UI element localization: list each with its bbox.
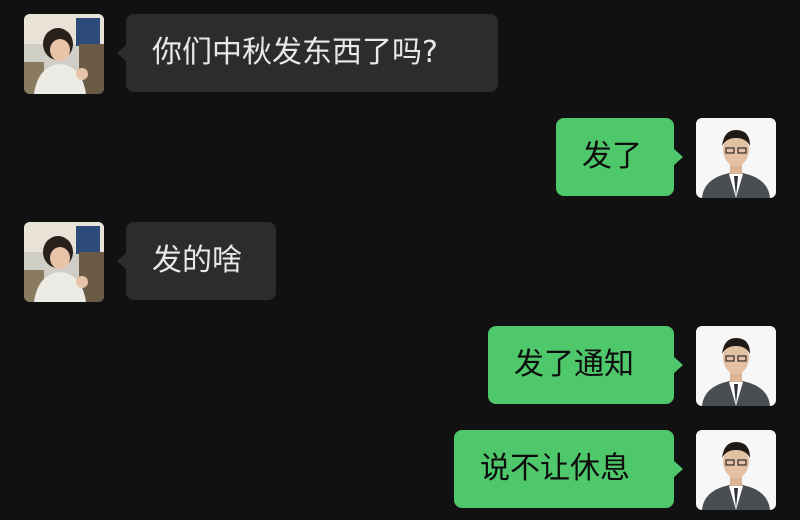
- message-text: 你们中秋发东西了吗?: [152, 35, 438, 70]
- self-avatar-image: [696, 326, 776, 406]
- self-avatar-image: [696, 430, 776, 510]
- self-avatar[interactable]: [696, 430, 776, 510]
- message-text: 发了通知: [514, 347, 634, 382]
- message-bubble-outgoing[interactable]: 发了: [556, 118, 683, 196]
- message-text: 发了: [582, 139, 642, 174]
- self-avatar[interactable]: [696, 118, 776, 198]
- message-bubble-outgoing[interactable]: 发了通知: [488, 326, 683, 404]
- bubble-tail: [673, 356, 683, 374]
- message-row-outgoing: 说不让休息: [0, 430, 800, 510]
- chat-view: 你们中秋发东西了吗? 发了 发的啥 发了通知 说不让休息: [0, 0, 800, 520]
- contact-avatar-image: [24, 222, 104, 302]
- message-bubble-outgoing[interactable]: 说不让休息: [454, 430, 683, 508]
- bubble-tail: [117, 252, 127, 270]
- message-bubble-incoming[interactable]: 发的啥: [117, 222, 276, 300]
- message-bubble-incoming[interactable]: 你们中秋发东西了吗?: [117, 14, 498, 92]
- contact-avatar-image: [24, 14, 104, 94]
- bubble-tail: [117, 44, 127, 62]
- contact-avatar[interactable]: [24, 222, 104, 302]
- bubble-tail: [673, 148, 683, 166]
- message-text: 发的啥: [152, 243, 242, 278]
- contact-avatar[interactable]: [24, 14, 104, 94]
- bubble-tail: [673, 460, 683, 478]
- self-avatar[interactable]: [696, 326, 776, 406]
- message-row-incoming: 发的啥: [0, 222, 800, 302]
- message-row-incoming: 你们中秋发东西了吗?: [0, 14, 800, 94]
- message-text: 说不让休息: [480, 451, 630, 486]
- self-avatar-image: [696, 118, 776, 198]
- message-row-outgoing: 发了通知: [0, 326, 800, 406]
- message-row-outgoing: 发了: [0, 118, 800, 198]
